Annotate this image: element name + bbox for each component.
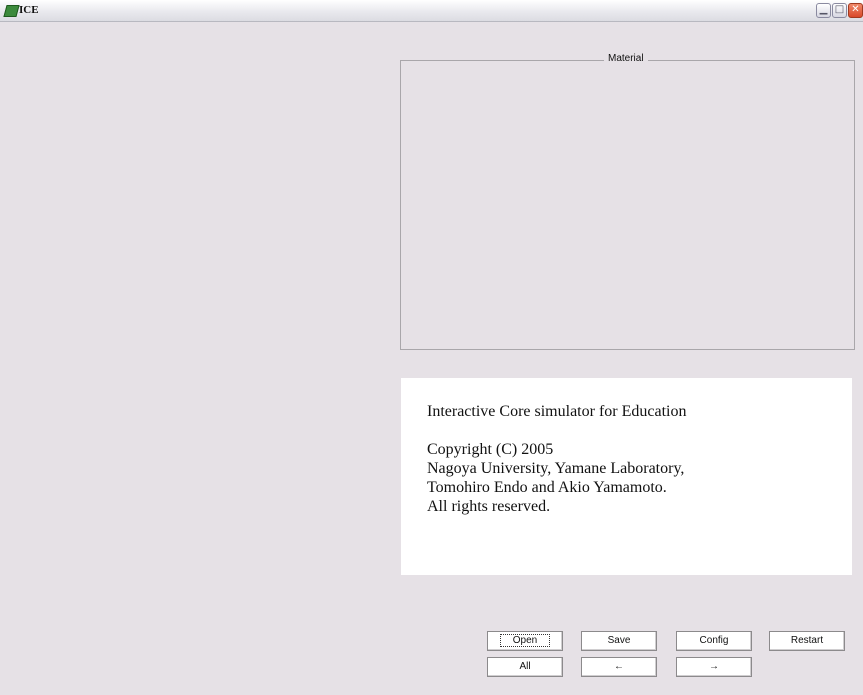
close-button[interactable]: ✕ bbox=[848, 3, 863, 18]
minimize-button[interactable]: ▁ bbox=[816, 3, 831, 18]
config-button[interactable]: Config bbox=[676, 631, 752, 651]
material-label: Material bbox=[604, 53, 648, 64]
affiliation-line: Nagoya University, Yamane Laboratory, bbox=[427, 460, 685, 477]
save-button[interactable]: Save bbox=[581, 631, 657, 651]
window-title: ICE bbox=[19, 4, 39, 16]
about-heading: Interactive Core simulator for Education bbox=[427, 403, 687, 420]
forward-button[interactable]: → bbox=[676, 657, 752, 677]
restart-button[interactable]: Restart bbox=[769, 631, 845, 651]
authors-line: Tomohiro Endo and Akio Yamamoto. bbox=[427, 479, 667, 496]
all-button[interactable]: All bbox=[487, 657, 563, 677]
app-icon bbox=[3, 5, 20, 17]
back-button[interactable]: ← bbox=[581, 657, 657, 677]
copyright-line: Copyright (C) 2005 bbox=[427, 441, 554, 458]
material-group-box bbox=[400, 60, 855, 350]
open-button[interactable]: Open bbox=[487, 631, 563, 651]
open-button-label: Open bbox=[499, 634, 551, 647]
rights-line: All rights reserved. bbox=[427, 498, 551, 515]
title-bar: ICE ▁ □ ✕ bbox=[0, 0, 863, 22]
about-panel: Interactive Core simulator for Education… bbox=[401, 378, 852, 575]
maximize-button[interactable]: □ bbox=[832, 3, 847, 18]
